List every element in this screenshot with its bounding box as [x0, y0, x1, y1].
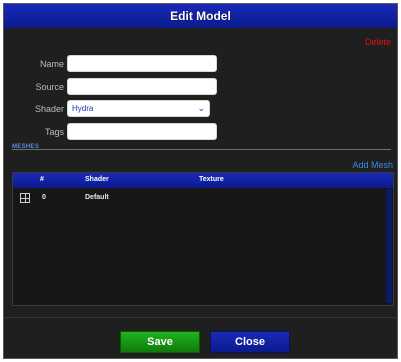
tags-label: Tags — [44, 127, 64, 137]
row-shader: Default — [85, 194, 109, 201]
column-header-index[interactable]: # — [40, 176, 44, 183]
table-header: # Shader Texture — [13, 173, 393, 188]
column-header-texture[interactable]: Texture — [199, 176, 224, 183]
edit-model-dialog: Edit Model Delete Name Source Shader Hyd… — [3, 3, 398, 359]
delete-link[interactable]: Delete — [365, 37, 391, 47]
chevron-down-icon: ⌄ — [197, 103, 205, 113]
source-label: Source — [35, 82, 64, 92]
add-mesh-link[interactable]: Add Mesh — [352, 160, 393, 170]
tags-field[interactable] — [67, 123, 217, 140]
name-field[interactable] — [67, 55, 217, 72]
dialog-title: Edit Model — [4, 4, 397, 28]
close-button[interactable]: Close — [210, 331, 290, 353]
expand-icon[interactable] — [20, 193, 30, 203]
column-header-shader[interactable]: Shader — [85, 176, 109, 183]
table-scrollbar[interactable] — [386, 189, 392, 303]
footer-divider — [4, 317, 397, 318]
save-button[interactable]: Save — [120, 331, 200, 353]
source-field[interactable] — [67, 78, 217, 95]
meshes-table: # Shader Texture 0 Default — [12, 172, 394, 306]
section-divider — [12, 149, 391, 150]
shader-select[interactable]: Hydra ⌄ — [67, 100, 210, 117]
shader-label: Shader — [34, 104, 64, 114]
shader-select-value: Hydra — [72, 104, 94, 113]
table-row[interactable]: 0 Default — [13, 191, 383, 207]
name-label: Name — [39, 59, 64, 69]
row-index: 0 — [42, 194, 46, 201]
